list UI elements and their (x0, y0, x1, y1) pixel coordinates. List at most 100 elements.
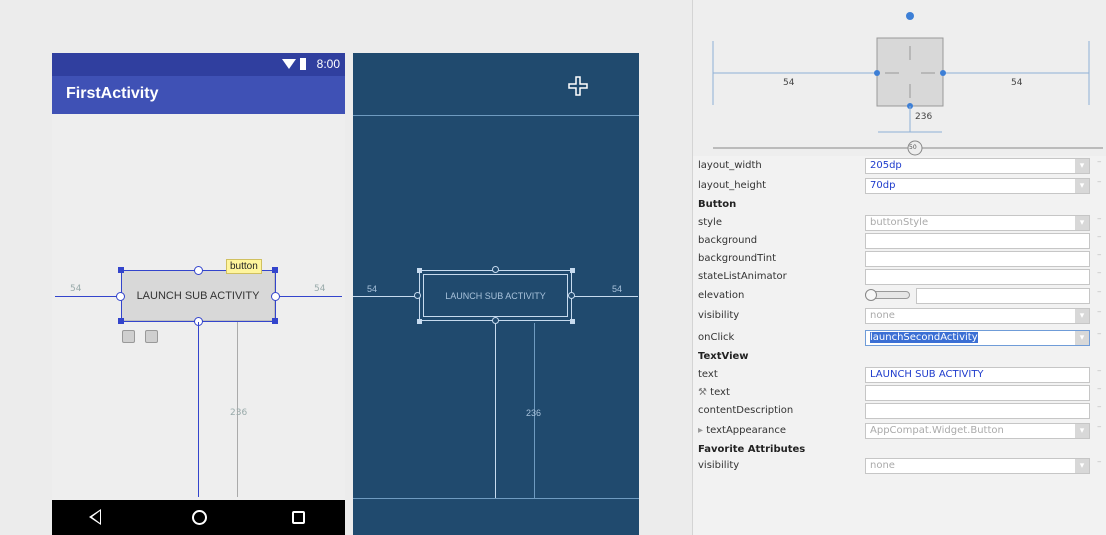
text-appearance-field[interactable]: AppCompat.Widget.Button (865, 423, 1090, 439)
inspector-right-margin[interactable]: 54 (1011, 78, 1022, 88)
attributes-panel: 54 54 236 50 layout_width 205dp – layout… (692, 0, 1106, 535)
app-title: FirstActivity (66, 85, 159, 102)
battery-icon (300, 58, 306, 70)
attr-row-background-tint: backgroundTint – (693, 250, 1106, 268)
component-tooltip: button (226, 259, 262, 274)
attr-name: stateListAnimator (698, 271, 787, 282)
layout-height-field[interactable]: 70dp (865, 178, 1090, 194)
bp-button-inner: LAUNCH SUB ACTIVITY (423, 274, 568, 317)
bp-top-anchor[interactable] (492, 266, 499, 273)
attr-name: backgroundTint (698, 253, 776, 264)
resize-handle-tr[interactable] (272, 267, 278, 273)
section-textview: TextView (698, 351, 749, 362)
attr-name: onClick (698, 332, 735, 343)
attr-row-elevation: elevation – (693, 287, 1106, 305)
resize-handle-bl[interactable] (118, 318, 124, 324)
onclick-field[interactable]: launchSecondActivity (865, 330, 1090, 346)
blueprint-appbar-line (353, 115, 639, 116)
section-favorite-attributes: Favorite Attributes (698, 444, 806, 455)
navigation-bar (52, 500, 345, 535)
resize-handle-tl[interactable] (118, 267, 124, 273)
attr-row-state-list-animator: stateListAnimator – (693, 268, 1106, 286)
tools-text-field[interactable] (865, 385, 1090, 401)
favorite-visibility-field[interactable]: none (865, 458, 1090, 474)
attr-dash: – (1097, 307, 1102, 317)
button-label: LAUNCH SUB ACTIVITY (136, 289, 260, 302)
background-field[interactable] (865, 233, 1090, 249)
bias-slider-value[interactable]: 50 (909, 144, 917, 151)
attr-row-layout-width: layout_width 205dp – (693, 157, 1106, 175)
bp-handle-bl[interactable] (417, 319, 422, 324)
attr-row-text-appearance: ▸ textAppearance AppCompat.Widget.Button… (693, 422, 1106, 440)
bp-right-margin-label: 54 (612, 284, 623, 294)
elevation-slider-thumb[interactable] (865, 289, 877, 301)
layout-editor-root: { "phone": { "time": "8:00", "app_title"… (0, 0, 1106, 535)
attr-name: layout_width (698, 160, 762, 171)
baseline-icon[interactable] (145, 330, 158, 343)
right-margin-label: 54 (314, 284, 326, 294)
bp-bottom-margin-label: 236 (526, 408, 542, 418)
status-bar: 8:00 (52, 53, 345, 76)
attr-name: text (698, 369, 718, 380)
bp-handle-tr[interactable] (570, 268, 575, 273)
left-anchor[interactable] (116, 292, 125, 301)
attr-dash: – (1097, 457, 1102, 467)
right-anchor[interactable] (271, 292, 280, 301)
resize-handle-br[interactable] (272, 318, 278, 324)
right-constraint-line (276, 296, 342, 297)
attr-dash: – (1097, 268, 1102, 278)
attr-row-onclick: onClick launchSecondActivity – (693, 329, 1106, 347)
attr-row-text: text LAUNCH SUB ACTIVITY – (693, 366, 1106, 384)
constraint-widget[interactable] (693, 0, 1106, 156)
attr-dash: – (1097, 157, 1102, 167)
layout-width-field[interactable]: 205dp (865, 158, 1090, 174)
bottom-margin-label: 236 (230, 408, 248, 418)
elevation-slider[interactable] (865, 289, 910, 301)
attr-name: elevation (698, 290, 745, 301)
attr-dash: – (1097, 250, 1102, 260)
text-field[interactable]: LAUNCH SUB ACTIVITY (865, 367, 1090, 383)
attr-row-tools-text: ⚒ text – (693, 384, 1106, 402)
inspector-bottom-margin[interactable]: 236 (915, 112, 932, 122)
attr-row-layout-height: layout_height 70dp – (693, 177, 1106, 195)
bp-right-constraint (572, 296, 638, 297)
wrench-icon: ⚒ (698, 387, 711, 398)
attr-name: ▸ textAppearance (698, 425, 786, 436)
app-bar: FirstActivity (52, 76, 345, 114)
attr-name: contentDescription (698, 405, 794, 416)
bp-button-label: LAUNCH SUB ACTIVITY (445, 290, 546, 301)
constraint-inspector: 54 54 236 50 (693, 0, 1106, 156)
tools-text-label: text (710, 387, 730, 398)
launch-sub-activity-button[interactable]: LAUNCH SUB ACTIVITY (121, 270, 275, 321)
attr-row-favorite-visibility: visibility none – (693, 457, 1106, 475)
style-field[interactable]: buttonStyle (865, 215, 1090, 231)
top-anchor[interactable] (194, 266, 203, 275)
attr-name: visibility (698, 310, 740, 321)
bp-right-anchor[interactable] (568, 292, 575, 299)
blueprint-navbar-line (353, 498, 639, 499)
elevation-field[interactable] (916, 288, 1090, 304)
attr-row-style: style buttonStyle – (693, 214, 1106, 232)
bp-left-anchor[interactable] (414, 292, 421, 299)
content-description-field[interactable] (865, 403, 1090, 419)
attr-dash: – (1097, 287, 1102, 297)
bp-handle-tl[interactable] (417, 268, 422, 273)
inspector-left-margin[interactable]: 54 (783, 78, 794, 88)
home-icon (192, 510, 207, 525)
attr-dash: – (1097, 177, 1102, 187)
attr-name: ⚒ text (698, 387, 730, 398)
add-icon[interactable] (567, 75, 589, 97)
text-appearance-label: textAppearance (706, 425, 786, 436)
visibility-field[interactable]: none (865, 308, 1090, 324)
section-button: Button (698, 199, 737, 210)
attr-name: layout_height (698, 180, 767, 191)
attr-dash: – (1097, 384, 1102, 394)
bp-handle-br[interactable] (570, 319, 575, 324)
clear-constraints-icon[interactable] (122, 330, 135, 343)
state-list-animator-field[interactable] (865, 269, 1090, 285)
attr-name: visibility (698, 460, 740, 471)
background-tint-field[interactable] (865, 251, 1090, 267)
attr-dash: – (1097, 366, 1102, 376)
expand-arrow-icon[interactable]: ▸ (698, 425, 706, 436)
attr-dash: – (1097, 329, 1102, 339)
